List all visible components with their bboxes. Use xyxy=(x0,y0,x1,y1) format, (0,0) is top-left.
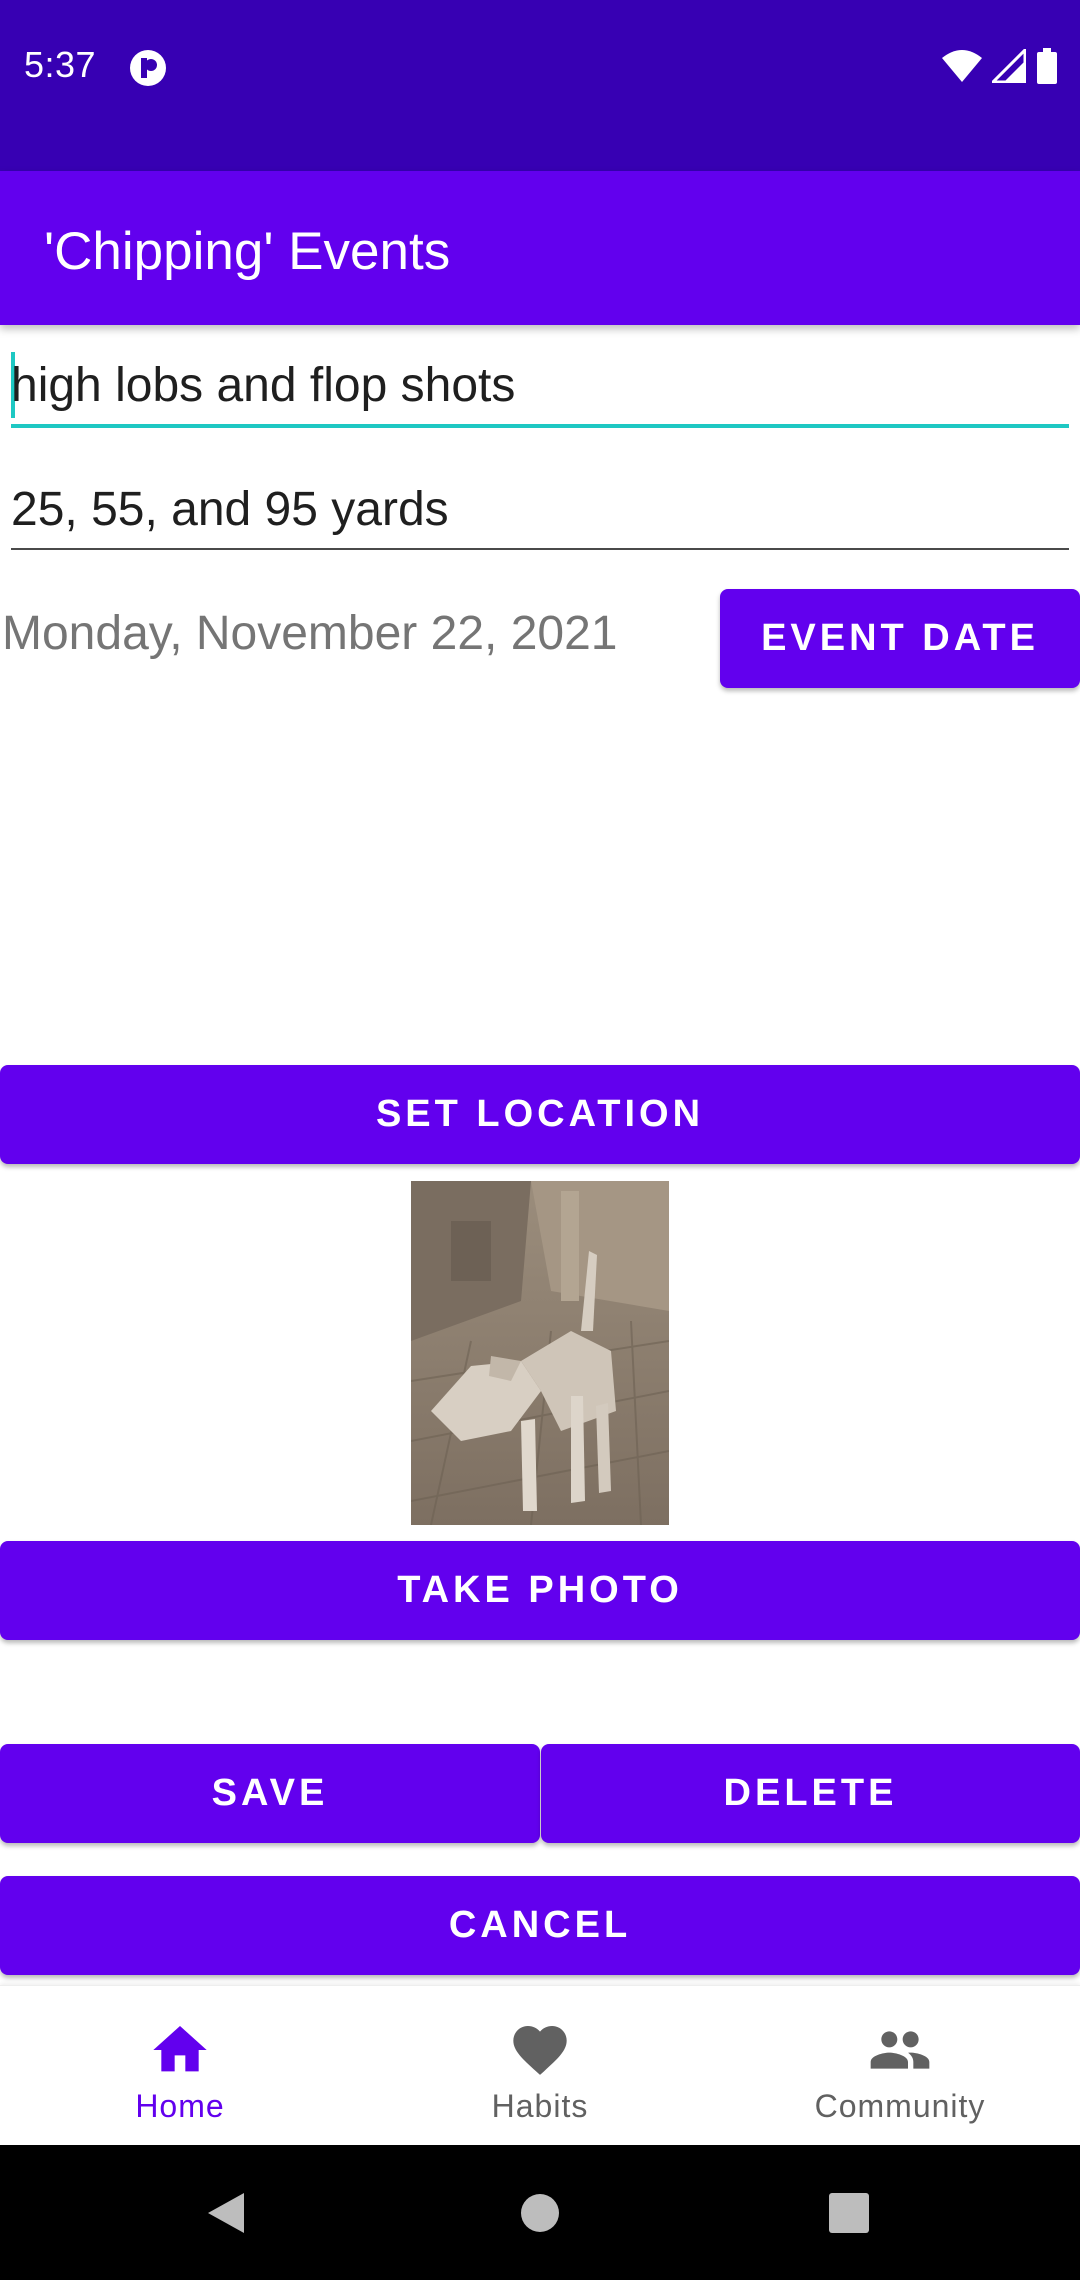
dog-photo-image xyxy=(411,1181,669,1525)
event-photo xyxy=(411,1181,669,1525)
save-button[interactable]: SAVE xyxy=(0,1744,540,1843)
nav-label-home: Home xyxy=(135,2088,225,2124)
battery-icon xyxy=(1037,48,1057,84)
bottom-navigation: Home Habits Community xyxy=(0,1985,1080,2145)
people-icon xyxy=(870,2031,930,2069)
event-details-input[interactable]: 25, 55, and 95 yards xyxy=(11,478,1069,552)
heart-icon xyxy=(513,2026,567,2075)
event-date-button[interactable]: EVENT DATE xyxy=(720,589,1080,688)
set-location-button[interactable]: SET LOCATION xyxy=(0,1065,1080,1164)
back-icon[interactable] xyxy=(204,2191,248,2235)
system-navigation-bar xyxy=(0,2145,1080,2280)
home-icon xyxy=(153,2026,207,2072)
signal-icon xyxy=(992,49,1026,83)
event-title-underline xyxy=(11,424,1069,428)
event-details-underline xyxy=(11,548,1069,550)
nav-label-community: Community xyxy=(814,2088,986,2124)
event-title-value: high lobs and flop shots xyxy=(11,359,516,412)
page-title: 'Chipping' Events xyxy=(44,222,451,281)
wifi-icon xyxy=(942,50,982,82)
take-photo-button[interactable]: TAKE PHOTO xyxy=(0,1541,1080,1640)
status-bar: 5:37 xyxy=(0,0,1080,171)
nav-item-community[interactable]: Community xyxy=(720,1986,1080,2146)
app-notification-icon xyxy=(130,50,166,86)
recents-icon[interactable] xyxy=(829,2193,869,2233)
app-bar: 'Chipping' Events xyxy=(0,171,1080,325)
event-title-input[interactable]: high lobs and flop shots xyxy=(11,352,1069,430)
status-icons xyxy=(942,48,1058,84)
event-details-value: 25, 55, and 95 yards xyxy=(11,483,449,536)
nav-label-habits: Habits xyxy=(491,2088,589,2124)
nav-item-home[interactable]: Home xyxy=(0,1986,360,2146)
delete-button[interactable]: DELETE xyxy=(541,1744,1080,1843)
home-circle-icon[interactable] xyxy=(520,2193,560,2233)
status-time: 5:37 xyxy=(24,44,97,85)
nav-item-habits[interactable]: Habits xyxy=(360,1986,720,2146)
event-date-text: Monday, November 22, 2021 xyxy=(2,607,618,660)
cancel-button[interactable]: CANCEL xyxy=(0,1876,1080,1975)
